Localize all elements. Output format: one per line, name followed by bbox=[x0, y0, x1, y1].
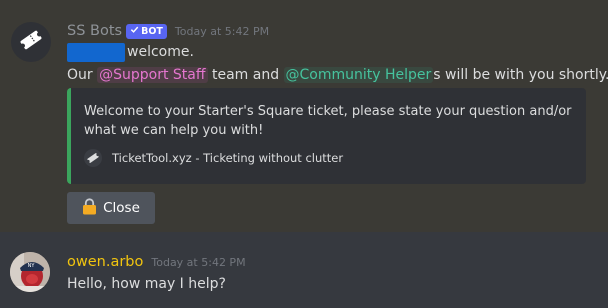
embed-description: Welcome to your Starter's Square ticket,… bbox=[84, 104, 572, 138]
close-ticket-button[interactable]: Close bbox=[67, 192, 155, 224]
bot-message-timestamp: Today at 5:42 PM bbox=[174, 24, 270, 38]
user-username[interactable]: owen.arbo bbox=[67, 254, 143, 270]
checkmark-icon bbox=[130, 24, 139, 39]
bot-message-line1: welcome. bbox=[67, 41, 194, 63]
line2-prefix: Our bbox=[67, 67, 98, 83]
ticket-icon bbox=[18, 27, 44, 57]
bot-message: SS Bots BOT Today at 5:42 PM welcome. Ou… bbox=[0, 0, 608, 232]
embed-footer-text: TicketTool.xyz - Ticketing without clutt… bbox=[112, 151, 344, 165]
redacted-mention bbox=[67, 42, 125, 62]
line2-suffix: s will be with you shortly. bbox=[433, 67, 608, 83]
bot-avatar[interactable] bbox=[11, 22, 51, 62]
line2-middle: team and bbox=[207, 67, 284, 83]
close-button-label: Close bbox=[103, 200, 140, 216]
lock-icon bbox=[82, 197, 97, 219]
bot-username[interactable]: SS Bots bbox=[67, 23, 122, 39]
user-message-header: owen.arbo Today at 5:42 PM bbox=[67, 252, 246, 272]
user-message-text: Hello, how may I help? bbox=[67, 276, 226, 292]
bot-message-header: SS Bots BOT Today at 5:42 PM bbox=[67, 21, 269, 41]
embed-footer: TicketTool.xyz - Ticketing without clutt… bbox=[84, 148, 343, 168]
support-staff-mention[interactable]: @Support Staff bbox=[97, 67, 208, 83]
ticket-icon bbox=[84, 149, 102, 167]
ticket-embed: Welcome to your Starter's Square ticket,… bbox=[67, 88, 586, 184]
welcome-text: welcome. bbox=[127, 44, 194, 60]
user-avatar-image: NY bbox=[10, 252, 50, 292]
bot-tag: BOT bbox=[126, 23, 167, 39]
bot-message-line2: Our @Support Staff team and @Community H… bbox=[67, 64, 608, 86]
bot-tag-label: BOT bbox=[141, 25, 163, 37]
user-message-timestamp: Today at 5:42 PM bbox=[151, 255, 246, 269]
community-helper-mention[interactable]: @Community Helper bbox=[283, 67, 434, 83]
svg-text:NY: NY bbox=[28, 263, 36, 269]
user-avatar[interactable]: NY bbox=[10, 252, 50, 292]
